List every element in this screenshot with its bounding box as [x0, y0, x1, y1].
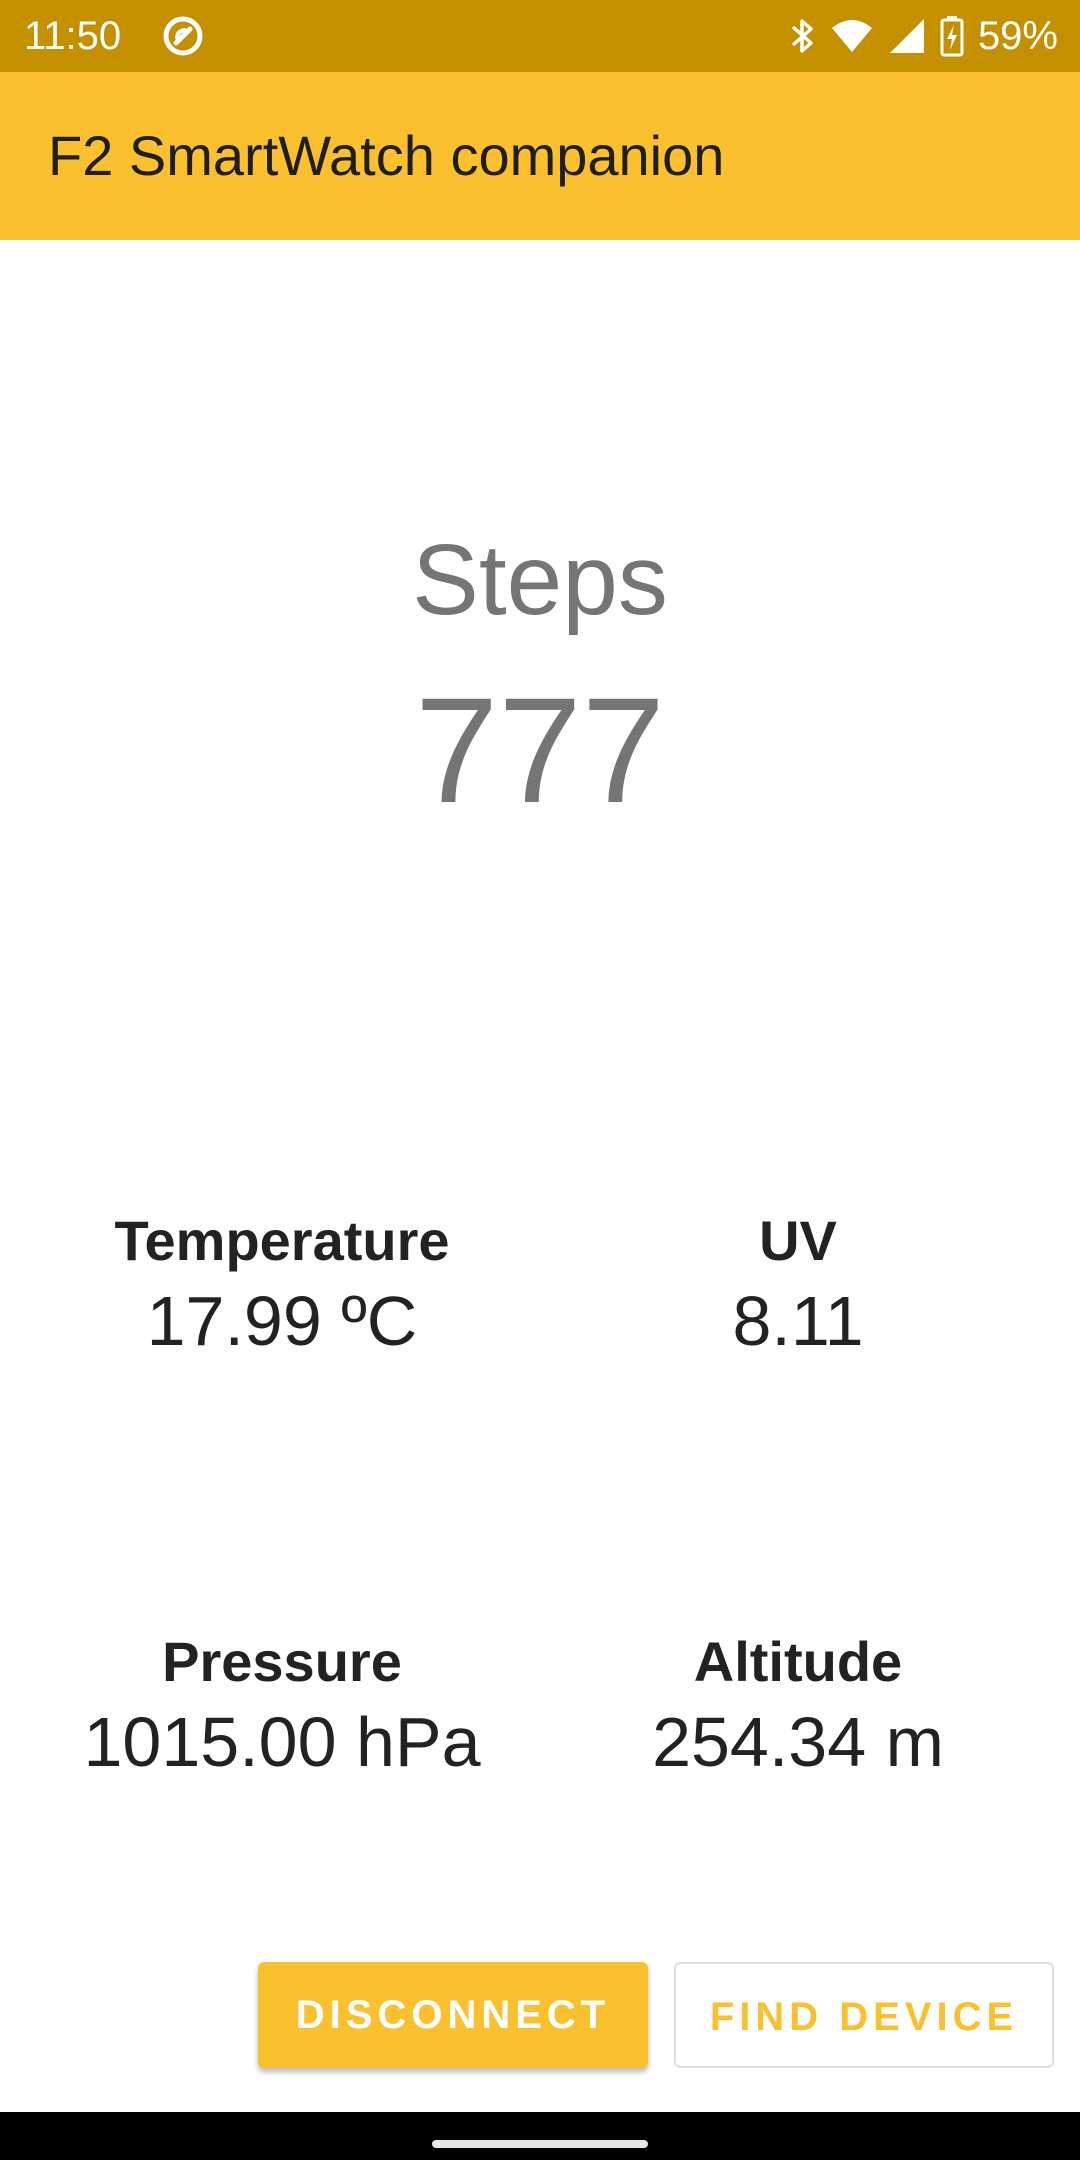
steps-value: 777: [414, 666, 666, 834]
disconnect-button[interactable]: DISCONNECT: [258, 1962, 648, 2068]
pressure-metric: Pressure 1015.00 hPa: [22, 1627, 542, 1787]
screen: 11:50 59% F2 SmartWatch companion Steps …: [0, 0, 1080, 2160]
altitude-metric: Altitude 254.34 m: [538, 1627, 1058, 1787]
app-bar: F2 SmartWatch companion: [0, 72, 1080, 240]
temperature-label: Temperature: [114, 1209, 450, 1272]
uv-label: UV: [759, 1209, 837, 1272]
home-gesture-handle[interactable]: [432, 2140, 648, 2148]
battery-percent: 59%: [977, 14, 1058, 58]
steps-label: Steps: [412, 524, 668, 636]
temperature-value: 17.99 ºC: [146, 1282, 418, 1360]
temperature-metric: Temperature 17.99 ºC: [22, 1206, 542, 1366]
status-icons: 59%: [790, 0, 1058, 72]
find-device-button[interactable]: FIND DEVICE: [674, 1962, 1054, 2068]
status-bar: 11:50 59%: [0, 0, 1080, 72]
battery-charging-icon: [940, 15, 964, 57]
app-notification-icon: [162, 15, 204, 57]
uv-value: 8.11: [732, 1282, 864, 1360]
cellular-signal-icon: [888, 17, 926, 55]
status-time: 11:50: [24, 14, 122, 58]
app-title: F2 SmartWatch companion: [48, 124, 725, 187]
pressure-value: 1015.00 hPa: [83, 1703, 481, 1781]
navigation-bar: [0, 2112, 1080, 2160]
pressure-label: Pressure: [162, 1630, 402, 1693]
altitude-label: Altitude: [693, 1630, 903, 1693]
altitude-value: 254.34 m: [652, 1703, 944, 1781]
wifi-icon: [830, 18, 874, 54]
uv-metric: UV 8.11: [538, 1206, 1058, 1366]
bluetooth-icon: [790, 16, 816, 56]
